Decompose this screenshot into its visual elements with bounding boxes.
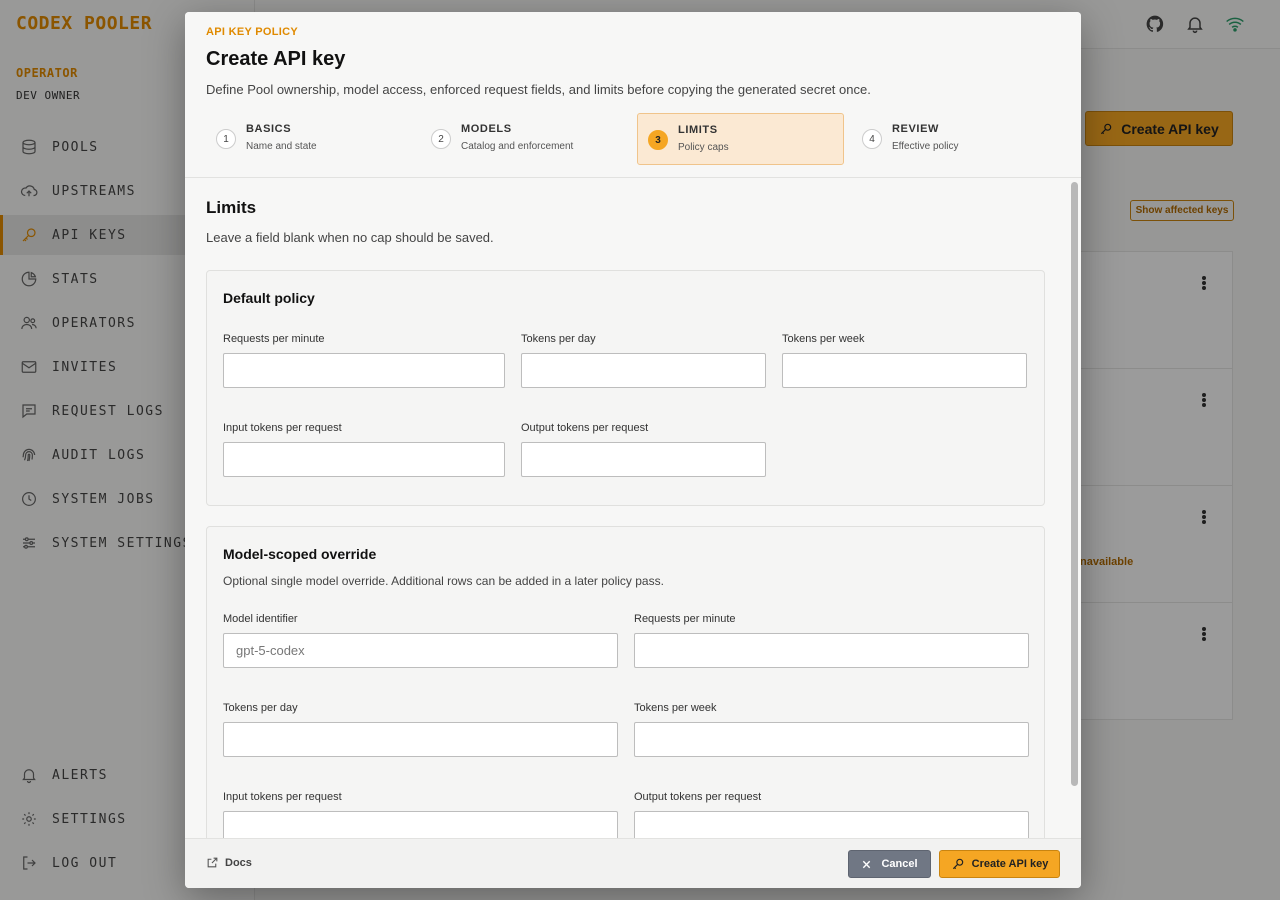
button-label: Create API key	[971, 858, 1049, 870]
override-tokens-per-day-input[interactable]	[223, 722, 618, 757]
step-subtitle: Effective policy	[892, 141, 959, 152]
dialog-header: API KEY POLICY Create API key Define Poo…	[185, 12, 1081, 178]
step-subtitle: Policy caps	[678, 142, 729, 153]
docs-link[interactable]: Docs	[206, 856, 252, 869]
step-number: 3	[648, 130, 668, 150]
scrollbar-thumb[interactable]	[1071, 182, 1078, 786]
field-label: Tokens per week	[634, 702, 717, 714]
default-requests-per-minute-input[interactable]	[223, 353, 505, 388]
default-tokens-per-day-input[interactable]	[521, 353, 766, 388]
step-subtitle: Name and state	[246, 141, 317, 152]
step-subtitle: Catalog and enforcement	[461, 141, 574, 152]
field-label: Input tokens per request	[223, 791, 342, 803]
override-output-tokens-per-request-input[interactable]	[634, 811, 1029, 838]
step-title: MODELS	[461, 123, 512, 135]
override-input-tokens-per-request-input[interactable]	[223, 811, 618, 838]
field-label: Output tokens per request	[521, 422, 649, 434]
field-label: Output tokens per request	[634, 791, 762, 803]
docs-label: Docs	[225, 856, 252, 869]
field-label: Input tokens per request	[223, 422, 342, 434]
model-identifier-input[interactable]	[223, 633, 618, 668]
panel-title: Model-scoped override	[223, 546, 377, 562]
key-icon	[952, 858, 963, 870]
panel-title: Default policy	[223, 290, 315, 306]
field-label: Tokens per day	[223, 702, 298, 714]
step-basics[interactable]: 1 BASICS Name and state	[206, 113, 413, 165]
model-override-panel: Model-scoped override Optional single mo…	[206, 526, 1045, 838]
button-label: Cancel	[881, 858, 918, 870]
step-number: 2	[431, 129, 451, 149]
dialog-body: Limits Leave a field blank when no cap s…	[185, 178, 1081, 838]
override-tokens-per-week-input[interactable]	[634, 722, 1029, 757]
dialog-title: Create API key	[206, 48, 346, 70]
step-limits[interactable]: 3 LIMITS Policy caps	[637, 113, 844, 165]
field-label: Requests per minute	[634, 613, 736, 625]
field-label: Requests per minute	[223, 333, 325, 345]
step-review[interactable]: 4 REVIEW Effective policy	[852, 113, 1059, 165]
override-requests-per-minute-input[interactable]	[634, 633, 1029, 668]
step-number: 1	[216, 129, 236, 149]
section-description: Leave a field blank when no cap should b…	[206, 230, 494, 245]
section-title: Limits	[206, 198, 257, 217]
field-label: Tokens per week	[782, 333, 865, 345]
close-icon	[863, 860, 871, 868]
step-models[interactable]: 2 MODELS Catalog and enforcement	[421, 113, 628, 165]
default-policy-panel: Default policy Requests per minute Token…	[206, 270, 1045, 506]
field-label: Tokens per day	[521, 333, 596, 345]
field-label: Model identifier	[223, 613, 298, 625]
step-title: BASICS	[246, 123, 292, 135]
dialog-description: Define Pool ownership, model access, enf…	[206, 82, 871, 97]
step-title: LIMITS	[678, 124, 718, 136]
step-title: REVIEW	[892, 123, 939, 135]
default-output-tokens-per-request-input[interactable]	[521, 442, 766, 477]
step-number: 4	[862, 129, 882, 149]
external-link-icon	[207, 857, 218, 868]
default-tokens-per-week-input[interactable]	[782, 353, 1027, 388]
cancel-button[interactable]: Cancel	[848, 850, 931, 878]
panel-description: Optional single model override. Addition…	[223, 574, 664, 588]
default-input-tokens-per-request-input[interactable]	[223, 442, 505, 477]
dialog-footer: Docs Cancel Create API key	[185, 838, 1081, 888]
create-api-key-dialog: API KEY POLICY Create API key Define Poo…	[185, 12, 1081, 888]
create-api-key-button[interactable]: Create API key	[939, 850, 1060, 878]
dialog-eyebrow: API KEY POLICY	[206, 26, 299, 38]
